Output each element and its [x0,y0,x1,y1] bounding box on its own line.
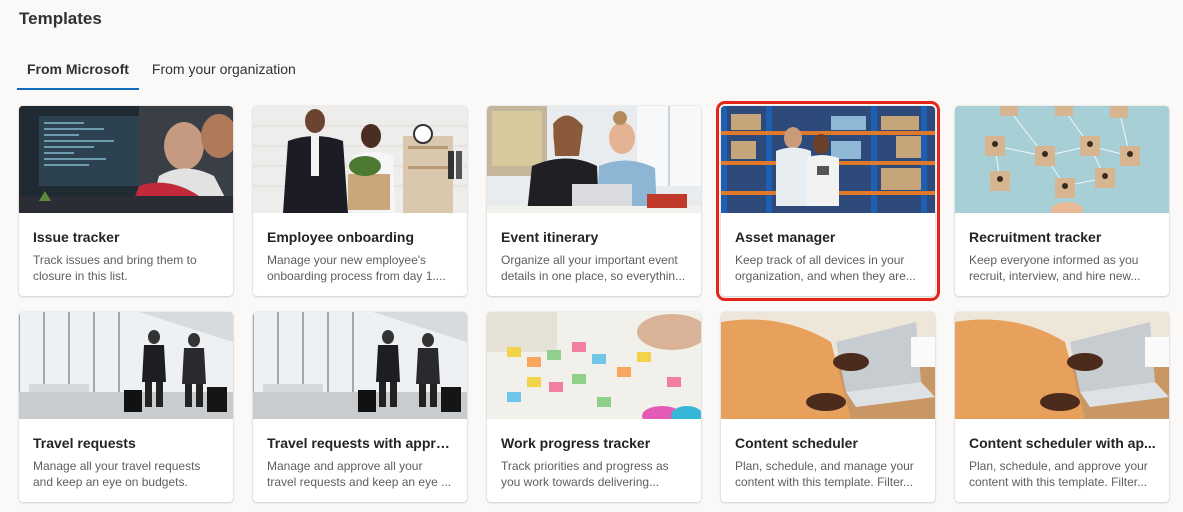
airport-travelers-photo [19,312,233,419]
card-description: Plan, schedule, and manage your content … [735,459,914,489]
template-card-content-scheduler[interactable]: Content scheduler Plan, schedule, and ma… [721,312,935,502]
card-title: Recruitment tracker [969,229,1102,245]
card-title: Content scheduler with ap... [969,435,1156,451]
tab-from-microsoft[interactable]: From Microsoft [17,55,139,90]
card-title: Event itinerary [501,229,599,245]
network-blocks-photo [955,106,1169,213]
tab-from-your-organization[interactable]: From your organization [142,55,306,90]
template-card-employee-onboarding[interactable]: Employee onboarding Manage your new empl… [253,106,467,296]
card-description: Keep track of all devices in your organi… [735,253,916,283]
template-tabs: From Microsoft From your organization [17,55,309,90]
template-card-issue-tracker[interactable]: Issue tracker Track issues and bring the… [19,106,233,296]
laptop-typing-photo [721,312,935,419]
card-title: Travel requests [33,435,136,451]
page-title: Templates [19,9,102,28]
card-description: Track issues and bring them to closure i… [33,253,197,283]
template-card-work-progress-tracker[interactable]: Work progress tracker Track priorities a… [487,312,701,502]
template-card-recruitment-tracker[interactable]: Recruitment tracker Keep everyone inform… [955,106,1169,296]
card-description: Track priorities and progress as you wor… [501,459,669,489]
card-description: Keep everyone informed as you recruit, i… [969,253,1141,283]
template-card-travel-requests[interactable]: Travel requests Manage all your travel r… [19,312,233,502]
people-coding-photo [19,106,233,213]
template-card-content-scheduler-with-approvals[interactable]: Content scheduler with ap... Plan, sched… [955,312,1169,502]
women-laptop-photo [487,106,701,213]
card-title: Employee onboarding [267,229,415,245]
sticky-notes-photo [487,312,701,419]
card-description: Manage your new employee's onboarding pr… [267,253,446,283]
template-card-event-itinerary[interactable]: Event itinerary Organize all your import… [487,106,701,296]
template-card-asset-manager[interactable]: Asset manager Keep track of all devices … [716,101,940,301]
template-card-travel-requests-with-approvals[interactable]: Travel requests with approv... Manage an… [253,312,467,502]
card-description: Manage and approve all your travel reque… [267,459,452,489]
airport-travelers-photo [253,312,467,419]
warehouse-photo [721,106,935,213]
card-title: Work progress tracker [501,435,651,451]
card-title: Issue tracker [33,229,120,245]
card-description: Manage all your travel requests and keep… [33,459,201,489]
office-handshake-photo [253,106,467,213]
laptop-typing-photo [955,312,1169,419]
card-title: Content scheduler [735,435,858,451]
card-description: Plan, schedule, and approve your content… [969,459,1148,489]
template-grid: Issue tracker Track issues and bring the… [19,101,1169,502]
card-description: Organize all your important event detail… [501,253,686,283]
card-title: Travel requests with approv... [267,435,457,451]
card-title: Asset manager [735,229,836,245]
